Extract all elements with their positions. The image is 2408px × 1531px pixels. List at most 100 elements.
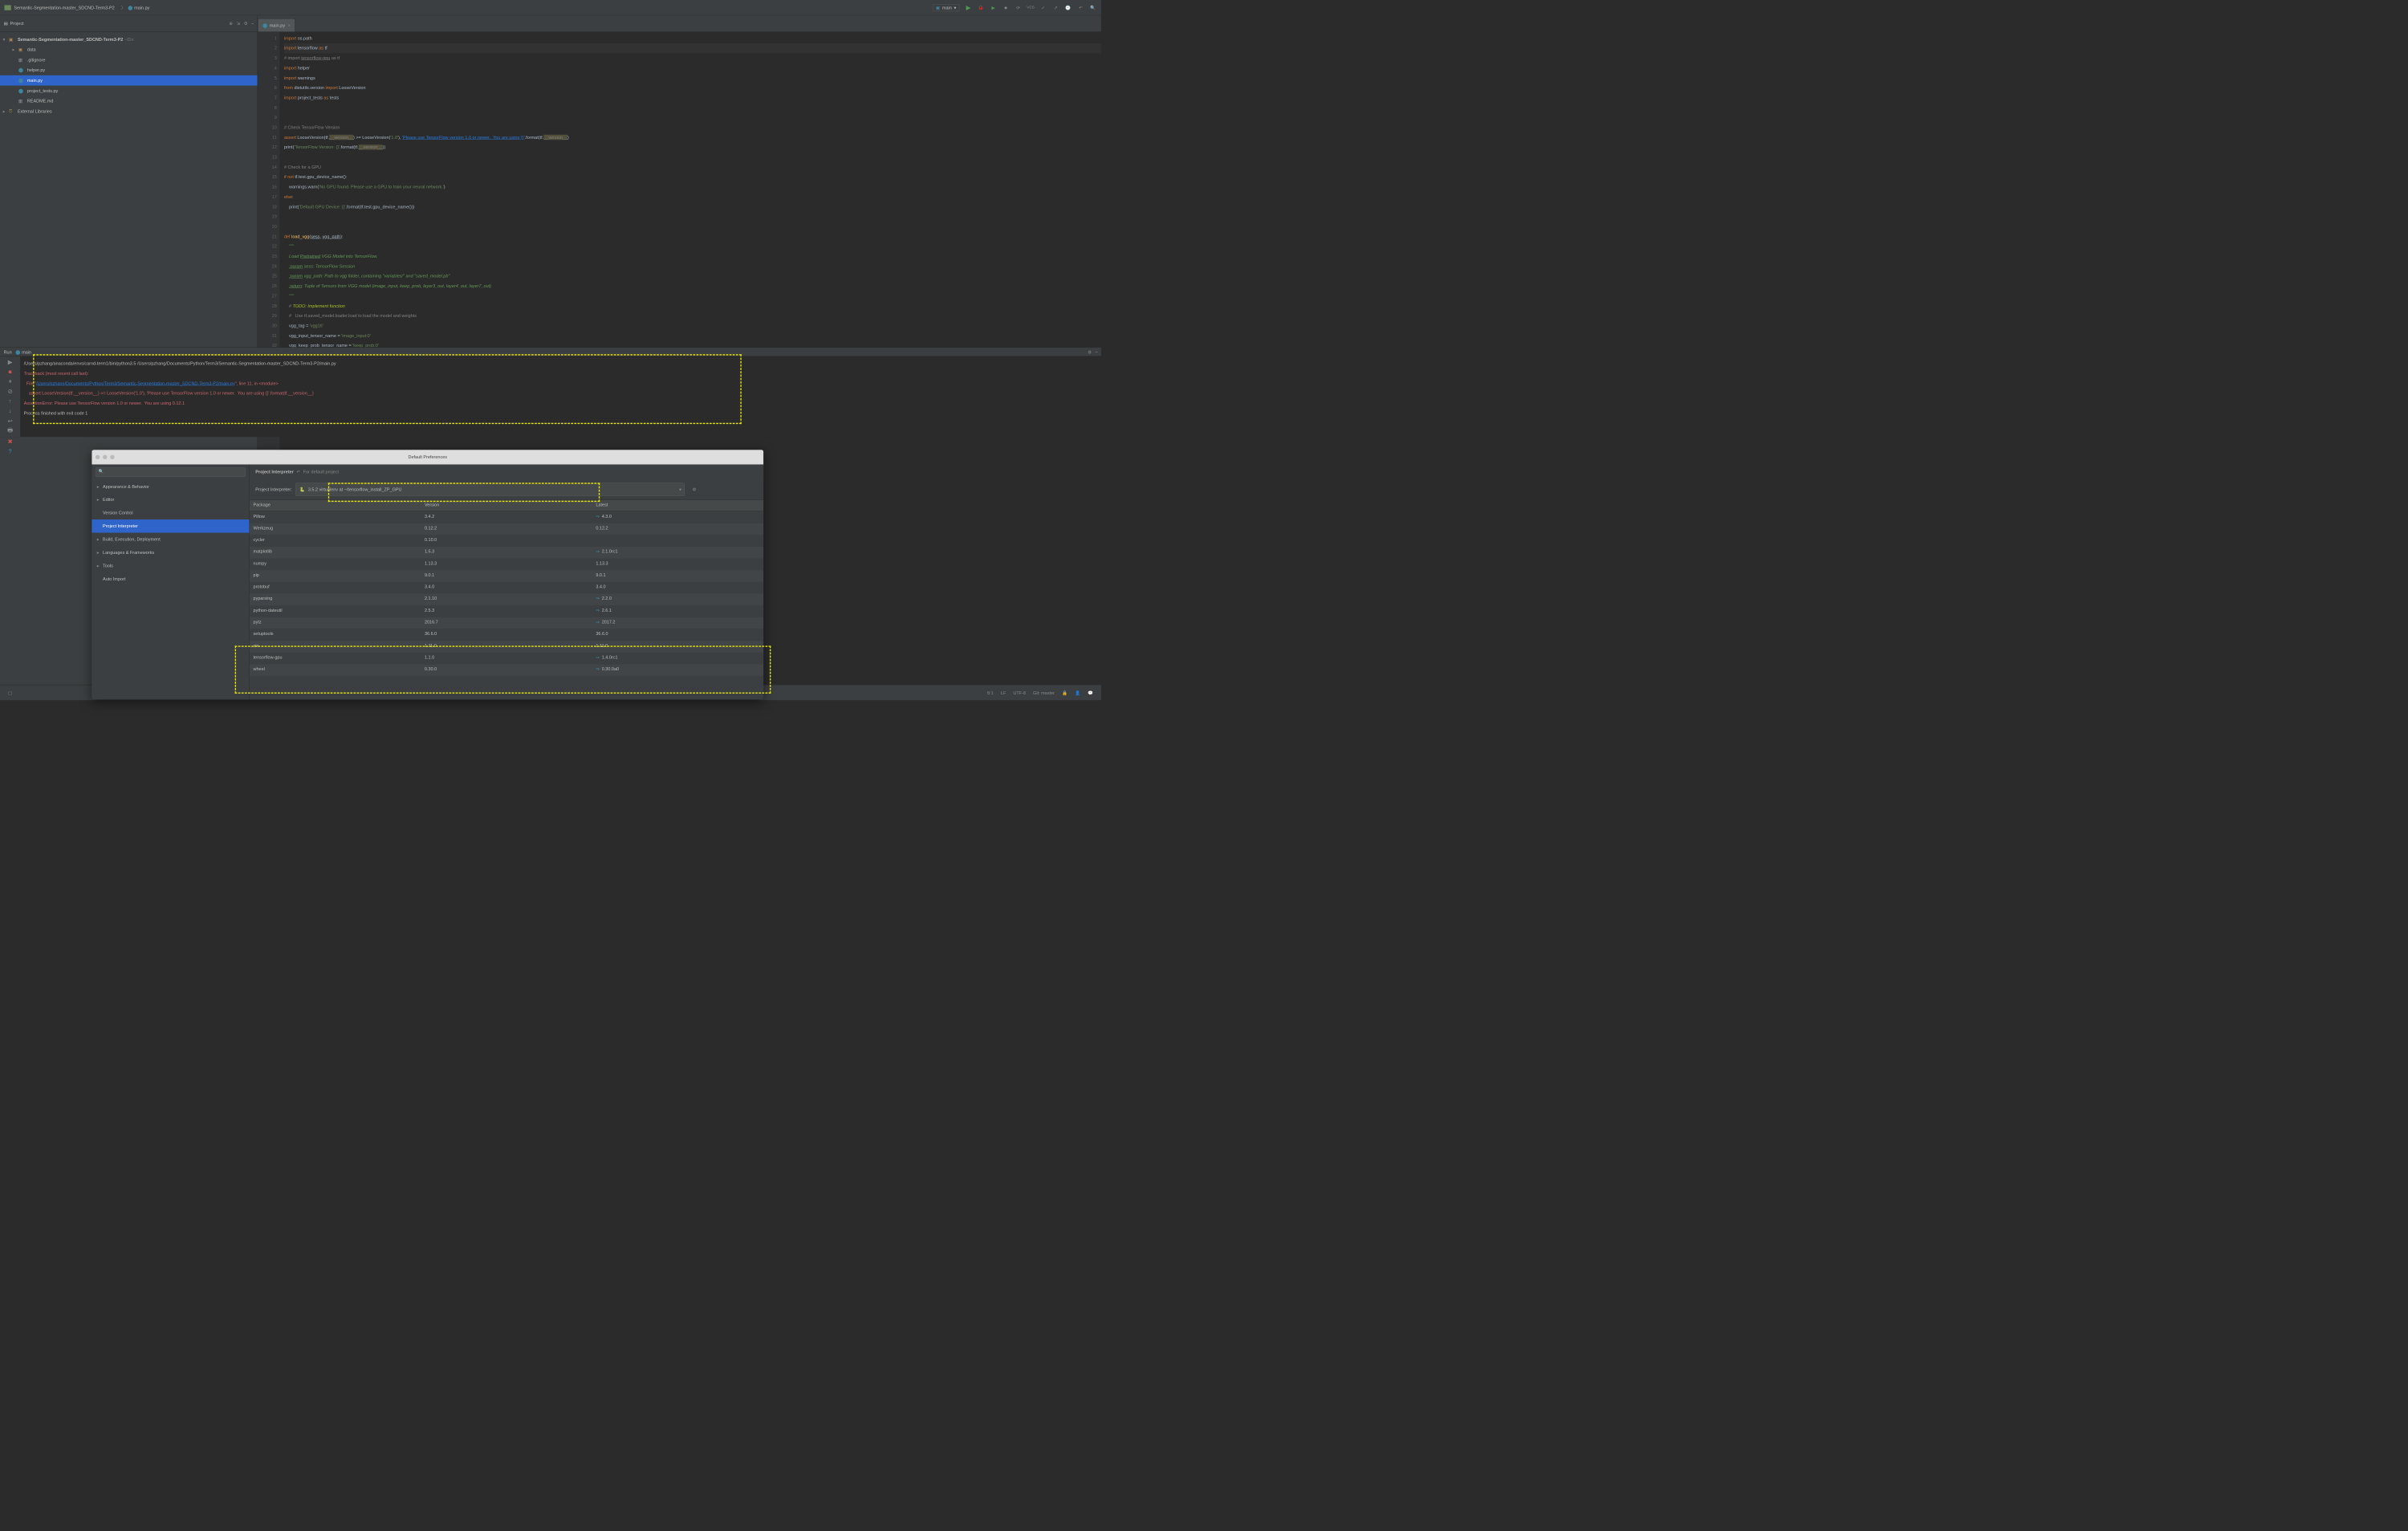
close-window-icon[interactable] [96, 455, 100, 459]
package-row[interactable]: wheel0.30.0⇒0.30.0a0 [250, 664, 763, 676]
run-config-name[interactable]: main [22, 349, 31, 354]
package-row[interactable]: tensorflow-gpu1.1.0⇒1.4.0rc1 [250, 653, 763, 665]
package-row[interactable]: cycler0.10.0 [250, 535, 763, 547]
notification-icon[interactable]: 💬 [1088, 690, 1093, 694]
caret-position[interactable]: 8:1 [987, 690, 994, 694]
breadcrumb-project[interactable]: Semantic-Segmentation-master_SDCND-Term3… [14, 5, 114, 10]
titlebar: Semantic-Segmentation-master_SDCND-Term3… [0, 0, 1101, 15]
run-tool-label[interactable]: Run [4, 349, 12, 354]
package-row[interactable]: matplotlib1.5.3⇒2.1.0rc1 [250, 547, 763, 559]
search-icon[interactable]: 🔍 [1089, 4, 1096, 11]
tree-item[interactable]: ⬤project_tests.py [0, 86, 258, 96]
package-row[interactable]: six1.11.01.11.0 [250, 641, 763, 653]
project-tree[interactable]: ▾▣Semantic-Segmentation-master_SDCND-Ter… [0, 32, 258, 119]
sidebar-item[interactable]: ▸Build, Execution, Deployment [92, 533, 249, 546]
minimize-window-icon[interactable] [103, 455, 107, 459]
run-config-selector[interactable]: ▣ main ▾ [933, 4, 960, 11]
sidebar-item[interactable]: ▸Languages & Frameworks [92, 546, 249, 559]
package-row[interactable]: pyparsing2.1.10⇒2.2.0 [250, 593, 763, 605]
sidebar-item[interactable]: Project Interpreter [92, 519, 249, 532]
col-version[interactable]: Version [421, 500, 592, 511]
down-icon[interactable]: ↓ [6, 408, 14, 414]
hide-icon[interactable]: ⎯ [1096, 349, 1098, 355]
tree-item[interactable]: ⬤main.py [0, 75, 258, 86]
project-folder-icon [4, 5, 10, 10]
collapse-all-icon[interactable]: ⇲ [237, 21, 241, 26]
tree-root[interactable]: Semantic-Segmentation-master_SDCND-Term3… [18, 37, 123, 42]
tab-main-py[interactable]: ⬤ main.py × [258, 18, 295, 31]
help-icon[interactable]: ? [6, 448, 14, 454]
tree-item[interactable]: ⬤helper.py [0, 65, 258, 75]
line-separator[interactable]: LF [1001, 690, 1006, 694]
inspector-icon[interactable]: 👤 [1075, 690, 1080, 694]
external-libraries[interactable]: External Libraries [18, 108, 52, 113]
project-panel-title[interactable]: Project [10, 21, 230, 26]
lock-icon[interactable]: 🔒 [1062, 690, 1068, 694]
package-row[interactable]: python-dateutil2.5.3⇒2.6.1 [250, 605, 763, 617]
print-icon[interactable]: 🖶 [6, 428, 14, 435]
pause-icon[interactable]: ⏸ [6, 378, 14, 385]
run-tool-window: ▶ ■ ⏸ ⊘ ↑ ↓ ↩ 🖶 ✖ ? /Users/pzhang/anacon… [0, 356, 1101, 438]
sidebar-item[interactable]: ▸Editor [92, 493, 249, 506]
sidebar-item[interactable]: Version Control [92, 507, 249, 519]
tree-item[interactable]: ▥.gitignore [0, 55, 258, 65]
run-coverage-button[interactable]: ▶ [990, 4, 997, 11]
python-icon: 🐍 [299, 487, 305, 491]
run-button[interactable]: ▶ [965, 4, 972, 11]
sidebar-item[interactable]: ▸Tools [92, 559, 249, 572]
package-row[interactable]: Werkzeug0.12.20.12.2 [250, 523, 763, 535]
stop-button[interactable]: ■ [1002, 4, 1009, 11]
console-output[interactable]: /Users/pzhang/anaconda/envs/carnd-term1/… [20, 356, 1101, 437]
stop-button[interactable]: ■ [6, 369, 14, 376]
sidebar-item[interactable]: Auto Import [92, 572, 249, 585]
gear-icon[interactable]: ⚙ [244, 21, 248, 26]
rerun-button[interactable]: ▶ [6, 359, 14, 366]
package-row[interactable]: pytz2016.7⇒2017.2 [250, 617, 763, 629]
package-row[interactable]: setuptools36.6.036.6.0 [250, 629, 763, 641]
interpreter-value: 3.5.2 virtualenv at ~/tensorflow_install… [308, 487, 402, 491]
vcs-history-icon[interactable]: 🕘 [1064, 4, 1072, 11]
preferences-sidebar: 🔍 ▸Appearance & Behavior▸EditorVersion C… [92, 464, 250, 699]
close-tab-icon[interactable]: × [288, 22, 291, 27]
encoding[interactable]: UTF-8 [1013, 690, 1026, 694]
hide-icon[interactable]: ⎯ [251, 21, 254, 26]
git-branch[interactable]: Git: master [1033, 690, 1055, 694]
preferences-search[interactable] [96, 467, 246, 477]
package-row[interactable]: protobuf3.4.03.4.0 [250, 582, 763, 594]
python-icon: ▣ [936, 5, 940, 10]
vcs-push-icon[interactable]: ↗ [1052, 4, 1060, 11]
col-latest[interactable]: Latest [592, 500, 763, 511]
up-icon[interactable]: ↑ [6, 398, 14, 405]
clear-icon[interactable]: ✖ [6, 438, 14, 446]
preferences-dialog: Default Preferences 🔍 ▸Appearance & Beha… [92, 450, 763, 699]
vcs-commit-icon[interactable]: ✓ [1039, 4, 1047, 11]
dialog-titlebar[interactable]: Default Preferences [92, 450, 763, 464]
revert-icon[interactable]: ↶ [1077, 4, 1084, 11]
prefs-crumb-sub: For default project [303, 469, 339, 474]
vcs-label: VCS [1027, 4, 1035, 11]
scroll-from-source-icon[interactable]: ⊕ [229, 21, 233, 26]
debug-button[interactable]: 🐞 [977, 4, 984, 11]
breadcrumb-file[interactable]: main.py [134, 5, 149, 10]
package-table[interactable]: Package Version Latest Pillow3.4.2⇒4.3.0… [250, 499, 763, 699]
tool-window-icon[interactable]: ▢ [8, 690, 12, 694]
interpreter-selector[interactable]: 🐍 3.5.2 virtualenv at ~/tensorflow_insta… [295, 483, 685, 495]
package-row[interactable]: numpy1.13.31.13.3 [250, 559, 763, 571]
sidebar-item[interactable]: ▸Appearance & Behavior [92, 480, 249, 493]
package-row[interactable]: pip9.0.19.0.1 [250, 570, 763, 582]
interpreter-label: Project Interpreter: [255, 487, 291, 491]
chevron-down-icon: ▾ [954, 5, 957, 10]
reset-icon[interactable]: ↶ [297, 469, 301, 474]
tree-item[interactable]: ▥README.md [0, 96, 258, 106]
python-icon: ⬤ [15, 349, 20, 354]
gear-icon[interactable]: ⚙ [1088, 349, 1092, 354]
close-icon[interactable]: ⊘ [6, 388, 14, 395]
soft-wrap-icon[interactable]: ↩ [6, 417, 14, 425]
vcs-update-icon[interactable]: ⟳ [1015, 4, 1022, 11]
interpreter-settings-button[interactable]: ⚙ [689, 483, 701, 495]
tree-item[interactable]: ▸▣data [0, 44, 258, 55]
package-row[interactable]: Pillow3.4.2⇒4.3.0 [250, 511, 763, 523]
zoom-window-icon[interactable] [110, 455, 114, 459]
prefs-crumb: Project Interpreter [255, 469, 294, 474]
col-package[interactable]: Package [250, 500, 421, 511]
